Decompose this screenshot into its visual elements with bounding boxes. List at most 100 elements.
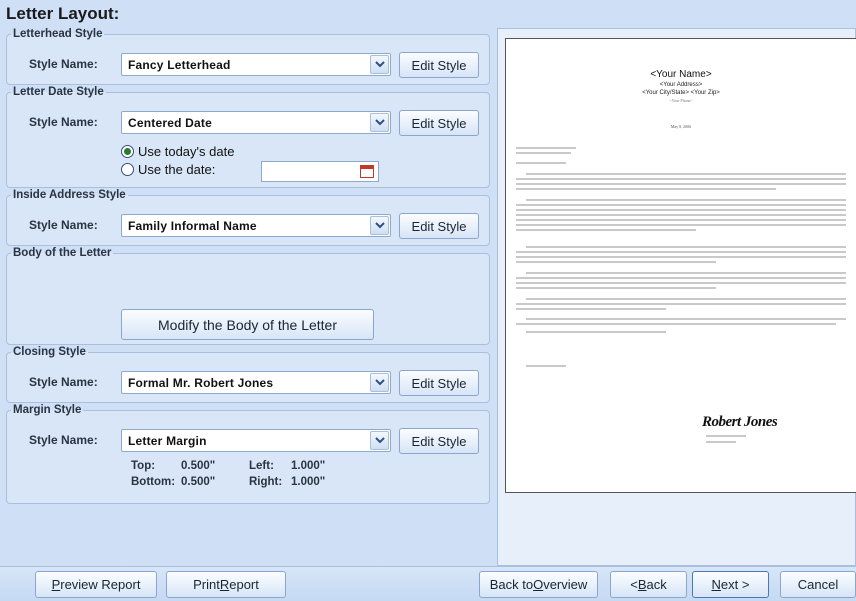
margin-bottom-label: Bottom: — [131, 476, 176, 488]
radio-selected-icon[interactable] — [121, 145, 134, 158]
preview-text-line — [516, 251, 846, 253]
margin-style-value: Letter Margin — [128, 434, 207, 448]
use-todays-date-radio[interactable]: Use today's date — [121, 144, 234, 159]
preview-text-line — [516, 178, 846, 180]
back-button[interactable]: < Back — [610, 571, 687, 598]
preview-text-line — [516, 303, 846, 305]
margin-left-label: Left: — [249, 460, 274, 472]
preview-text-line — [516, 261, 716, 263]
inside-address-style-select[interactable]: Family Informal Name — [121, 214, 391, 237]
preview-text-line — [516, 147, 576, 149]
preview-text-line — [526, 173, 846, 175]
chevron-down-icon[interactable] — [370, 373, 389, 392]
preview-text-line — [516, 229, 696, 231]
radio-unselected-icon[interactable] — [121, 163, 134, 176]
letter-preview-page: <Your Name> <Your Address> <Your City/St… — [505, 38, 856, 493]
closing-style-legend: Closing Style — [13, 346, 86, 358]
modify-body-button[interactable]: Modify the Body of the Letter — [121, 309, 374, 340]
edit-closing-style-button[interactable]: Edit Style — [399, 370, 479, 396]
letterhead-style-label: Style Name: — [29, 57, 98, 71]
closing-style-select[interactable]: Formal Mr. Robert Jones — [121, 371, 391, 394]
inside-address-style-group: Inside Address Style Style Name: Family … — [6, 189, 490, 246]
preview-text-line — [706, 441, 736, 443]
preview-text-line — [516, 188, 776, 190]
preview-text-line — [516, 183, 846, 185]
preview-text-line — [526, 318, 846, 320]
margin-style-label: Style Name: — [29, 433, 98, 447]
chevron-down-icon[interactable] — [370, 431, 389, 450]
use-the-date-label: Use the date: — [138, 162, 216, 177]
page-title: Letter Layout: — [6, 4, 120, 23]
date-style-label: Style Name: — [29, 115, 98, 129]
preview-text-line — [516, 214, 846, 216]
preview-text-line — [516, 287, 716, 289]
date-style-value: Centered Date — [128, 116, 212, 130]
letter-preview-frame: <Your Name> <Your Address> <Your City/St… — [497, 28, 856, 566]
inside-address-style-legend: Inside Address Style — [13, 189, 126, 201]
preview-text-line — [526, 331, 666, 333]
preview-your-address: <Your Address> — [659, 82, 703, 88]
preview-text-line — [526, 272, 846, 274]
preview-text-line — [516, 277, 846, 279]
preview-text-line — [516, 323, 836, 325]
letterhead-style-legend: Letterhead Style — [13, 28, 103, 40]
preview-text-line — [516, 152, 571, 154]
body-of-letter-legend: Body of the Letter — [13, 247, 112, 259]
preview-report-button[interactable]: Preview Report — [35, 571, 157, 598]
wizard-button-bar: Preview Report Print Report Back to Over… — [0, 566, 856, 601]
preview-text-line — [516, 219, 846, 221]
preview-text-line — [526, 298, 846, 300]
chevron-down-icon[interactable] — [370, 113, 389, 132]
inside-address-style-value: Family Informal Name — [128, 219, 257, 233]
margin-style-select[interactable]: Letter Margin — [121, 429, 391, 452]
edit-date-style-button[interactable]: Edit Style — [399, 110, 479, 136]
preview-text-line — [516, 204, 846, 206]
preview-text-line — [516, 282, 846, 284]
chevron-down-icon[interactable] — [370, 55, 389, 74]
preview-city-state-zip: <Your City/State> <Your Zip> — [642, 90, 720, 96]
preview-text-line — [516, 224, 846, 226]
preview-phone: <Your Phone> — [669, 98, 693, 103]
preview-text-line — [516, 256, 846, 258]
preview-your-name: <Your Name> — [650, 69, 712, 80]
edit-letterhead-style-button[interactable]: Edit Style — [399, 52, 479, 78]
date-field[interactable] — [261, 161, 379, 182]
letterhead-style-group: Letterhead Style Style Name: Fancy Lette… — [6, 28, 490, 85]
margin-right-label: Right: — [249, 476, 283, 488]
margin-top-value: 0.500" — [181, 460, 216, 472]
preview-text-line — [516, 308, 666, 310]
use-the-date-radio[interactable]: Use the date: — [121, 162, 215, 177]
body-of-letter-group: Body of the Letter Modify the Body of th… — [6, 247, 490, 345]
edit-inside-address-style-button[interactable]: Edit Style — [399, 213, 479, 239]
use-todays-date-label: Use today's date — [138, 144, 235, 159]
preview-text-line — [516, 209, 846, 211]
margin-right-value: 1.000" — [291, 476, 326, 488]
letterhead-style-value: Fancy Letterhead — [128, 58, 231, 72]
closing-style-group: Closing Style Style Name: Formal Mr. Rob… — [6, 346, 490, 403]
closing-style-label: Style Name: — [29, 375, 98, 389]
letter-date-style-group: Letter Date Style Style Name: Centered D… — [6, 86, 490, 188]
preview-text-line — [526, 199, 846, 201]
preview-text-line — [516, 162, 566, 164]
inside-address-style-label: Style Name: — [29, 218, 98, 232]
margin-style-group: Margin Style Style Name: Letter Margin E… — [6, 404, 490, 504]
preview-date: May 8, 2006 — [670, 124, 692, 129]
preview-text-line — [526, 365, 566, 367]
cancel-button[interactable]: Cancel — [780, 571, 856, 598]
calendar-icon[interactable] — [360, 165, 374, 178]
preview-text-line — [706, 435, 746, 437]
margin-style-legend: Margin Style — [13, 404, 82, 416]
letterhead-style-select[interactable]: Fancy Letterhead — [121, 53, 391, 76]
closing-style-value: Formal Mr. Robert Jones — [128, 376, 274, 390]
preview-text-line — [526, 246, 846, 248]
edit-margin-style-button[interactable]: Edit Style — [399, 428, 479, 454]
back-to-overview-button[interactable]: Back to Overview — [479, 571, 598, 598]
margin-top-label: Top: — [131, 460, 156, 472]
chevron-down-icon[interactable] — [370, 216, 389, 235]
next-button[interactable]: Next > — [692, 571, 769, 598]
print-report-button[interactable]: Print Report — [166, 571, 286, 598]
margin-bottom-value: 0.500" — [181, 476, 216, 488]
preview-signature: Robert Jones — [702, 414, 778, 430]
date-style-select[interactable]: Centered Date — [121, 111, 391, 134]
letter-date-style-legend: Letter Date Style — [13, 86, 104, 98]
